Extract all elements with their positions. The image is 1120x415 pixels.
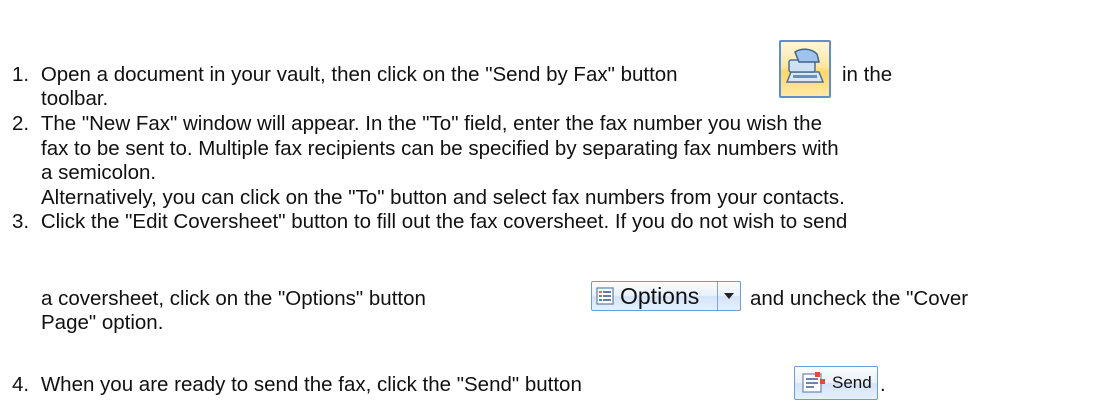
step-4-text: When you are ready to send the fax, clic…	[40, 373, 582, 396]
step-3-line: 3. Click the "Edit Coversheet" button to…	[12, 210, 847, 234]
send-by-fax-button[interactable]	[779, 40, 831, 98]
send-button[interactable]: Send	[794, 366, 878, 400]
send-document-icon	[802, 372, 825, 393]
step-1-number: 1.	[12, 63, 30, 86]
step-3-continuation-1a: a coversheet, click on the "Options" but…	[41, 287, 426, 310]
step-4-text-end: .	[880, 373, 886, 396]
options-button-main[interactable]: Options	[592, 282, 718, 310]
step-2-continuation-3: Alternatively, you can click on the "To"…	[41, 186, 845, 209]
step-3-continuation-1b: and uncheck the "Cover	[750, 287, 969, 310]
step-1-text-end: in the	[842, 63, 893, 86]
step-2-line: 2. The "New Fax" window will appear. In …	[12, 112, 822, 136]
options-dropdown-toggle[interactable]	[718, 282, 740, 310]
step-2-number: 2.	[12, 112, 30, 135]
options-list-icon	[596, 287, 614, 305]
instructions-document: 1. Open a document in your vault, then c…	[0, 0, 1120, 415]
chevron-down-icon	[724, 292, 734, 299]
step-2-text: The "New Fax" window will appear. In the…	[40, 112, 822, 135]
step-1-line: 1. Open a document in your vault, then c…	[12, 63, 678, 87]
step-2-continuation-2: a semicolon.	[41, 161, 157, 184]
step-4-line: 4. When you are ready to send the fax, c…	[12, 373, 582, 397]
step-4-number: 4.	[12, 373, 30, 396]
options-button[interactable]: Options	[591, 281, 741, 311]
step-1-continuation: toolbar.	[41, 87, 109, 110]
step-3-continuation-2: Page" option.	[41, 311, 164, 334]
fax-machine-icon	[785, 48, 825, 83]
step-3-number: 3.	[12, 210, 30, 233]
step-1-text: Open a document in your vault, then clic…	[40, 63, 678, 86]
options-button-label: Options	[620, 283, 700, 309]
send-button-label: Send	[832, 373, 872, 392]
step-3-text: Click the "Edit Coversheet" button to fi…	[40, 210, 848, 233]
step-2-continuation-1: fax to be sent to. Multiple fax recipien…	[41, 137, 839, 160]
